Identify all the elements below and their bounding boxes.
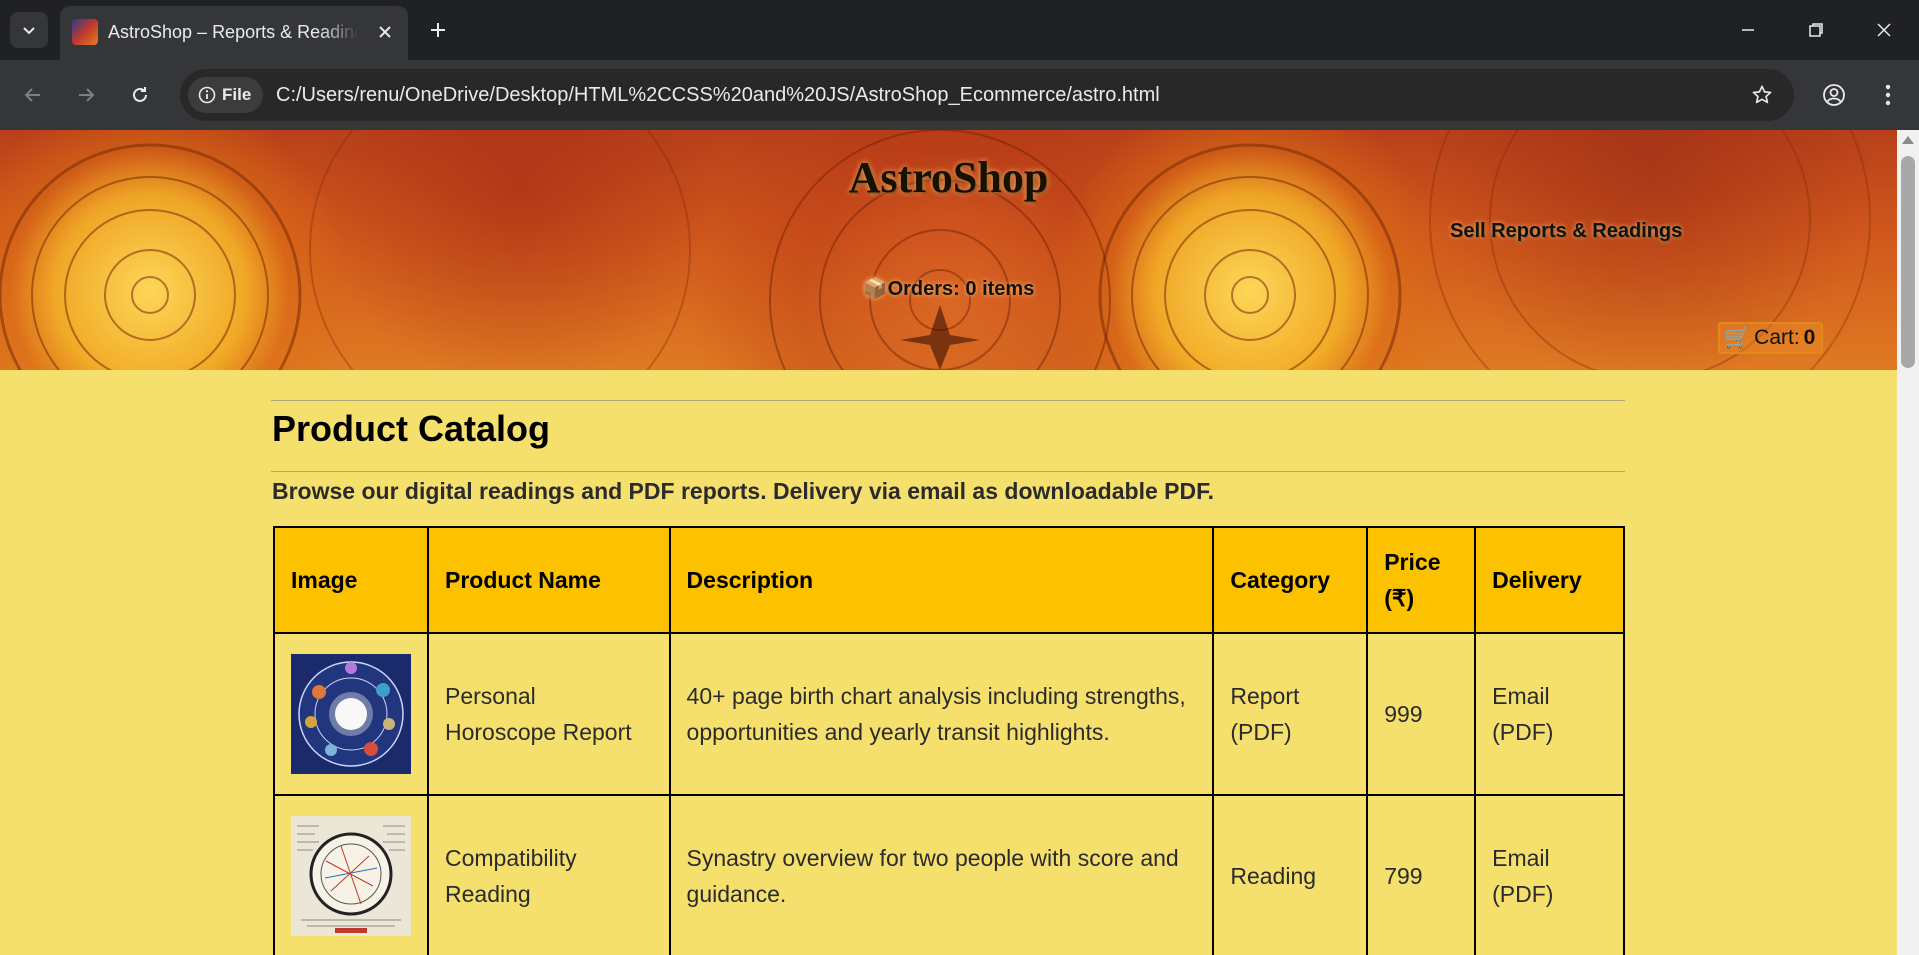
site-info-chip[interactable]: File	[188, 77, 264, 113]
cart-count: 0	[1803, 326, 1816, 349]
cart-icon: 🛒	[1724, 326, 1751, 349]
star-icon	[1752, 85, 1772, 104]
reload-button[interactable]	[118, 73, 162, 117]
close-icon	[379, 26, 391, 38]
close-window-button[interactable]	[1862, 8, 1906, 52]
product-price: 799	[1366, 794, 1477, 955]
plus-icon	[431, 23, 445, 37]
scroll-up-arrow-icon[interactable]	[1902, 136, 1914, 144]
restore-icon	[1809, 23, 1823, 37]
browser-titlebar: AstroShop – Reports & Readings	[0, 0, 1919, 60]
vertical-scrollbar[interactable]	[1897, 130, 1919, 955]
tab-search-button[interactable]	[10, 12, 48, 48]
site-brand: AstroShop	[848, 153, 1049, 202]
back-arrow-icon	[24, 88, 40, 102]
product-category: Reading	[1212, 794, 1369, 955]
browser-tab[interactable]: AstroShop – Reports & Readings	[60, 6, 408, 60]
site-chip-label: File	[222, 85, 252, 104]
close-tab-button[interactable]	[372, 19, 398, 45]
product-category: Report (PDF)	[1212, 632, 1369, 796]
product-name: Personal Horoscope Report	[427, 632, 671, 796]
minimize-button[interactable]	[1726, 8, 1770, 52]
orders-label: Orders:	[887, 278, 960, 300]
address-bar[interactable]: File C:/Users/renu/OneDrive/Desktop/HTML…	[180, 69, 1794, 121]
product-description: 40+ page birth chart analysis including …	[668, 632, 1215, 796]
column-header-image: Image	[273, 526, 429, 634]
cart-button[interactable]: 🛒 Cart: 0	[1718, 322, 1824, 354]
orders-suffix: items	[982, 278, 1035, 300]
page-viewport: AstroShop Sell Reports & Readings 📦Order…	[0, 130, 1897, 955]
page-lead: Browse our digital readings and PDF repo…	[272, 478, 1214, 504]
divider-top	[271, 400, 1625, 401]
product-table: Image Product Name Description Category …	[273, 526, 1625, 955]
profile-button[interactable]	[1812, 73, 1856, 117]
product-image-cell	[273, 794, 429, 955]
scroll-thumb[interactable]	[1901, 156, 1915, 368]
product-image-cell	[273, 632, 429, 796]
orders-count: 0	[965, 278, 977, 300]
info-icon	[198, 86, 216, 104]
product-description: Synastry overview for two people with sc…	[668, 794, 1215, 955]
new-tab-button[interactable]	[420, 12, 456, 48]
favicon	[72, 19, 98, 45]
cart-label: Cart:	[1754, 326, 1800, 349]
table-row: Compatibility Reading Synastry overview …	[273, 794, 1625, 955]
forward-button[interactable]	[64, 73, 108, 117]
bookmark-button[interactable]	[1744, 77, 1780, 113]
forward-arrow-icon	[79, 88, 95, 102]
table-header-row: Image Product Name Description Category …	[273, 526, 1625, 634]
tab-title: AstroShop – Reports & Readings	[108, 22, 358, 42]
minimize-icon	[1742, 29, 1754, 31]
column-header-description: Description	[668, 526, 1215, 634]
product-delivery: Email (PDF)	[1474, 632, 1625, 796]
product-delivery: Email (PDF)	[1474, 794, 1625, 955]
url-text[interactable]: C:/Users/renu/OneDrive/Desktop/HTML%2CCS…	[276, 69, 1160, 121]
orders-summary: 📦Orders: 0 items	[0, 276, 1897, 301]
orders-icon: 📦	[862, 278, 888, 300]
column-header-category: Category	[1212, 526, 1369, 634]
restore-button[interactable]	[1794, 8, 1838, 52]
product-name: Compatibility Reading	[427, 794, 671, 955]
chevron-down-icon	[23, 27, 35, 35]
column-header-price: Price (₹)	[1366, 526, 1477, 634]
product-price: 999	[1366, 632, 1477, 796]
browser-menu-button[interactable]	[1866, 73, 1910, 117]
divider-bottom	[271, 471, 1625, 472]
column-header-delivery: Delivery	[1474, 526, 1625, 634]
page-title: Product Catalog	[272, 408, 551, 449]
close-window-icon	[1877, 23, 1891, 37]
table-row: Personal Horoscope Report 40+ page birth…	[273, 632, 1625, 796]
browser-toolbar: File C:/Users/renu/OneDrive/Desktop/HTML…	[0, 60, 1919, 130]
profile-icon	[1823, 84, 1845, 106]
column-header-product-name: Product Name	[427, 526, 671, 634]
site-tagline: Sell Reports & Readings	[1450, 220, 1683, 242]
kebab-menu-icon	[1885, 84, 1891, 106]
reload-icon	[133, 87, 147, 102]
compatibility-chart-image	[291, 816, 411, 936]
horoscope-wheel-image	[291, 654, 411, 774]
site-header: AstroShop Sell Reports & Readings 📦Order…	[0, 130, 1897, 370]
back-button[interactable]	[11, 73, 55, 117]
